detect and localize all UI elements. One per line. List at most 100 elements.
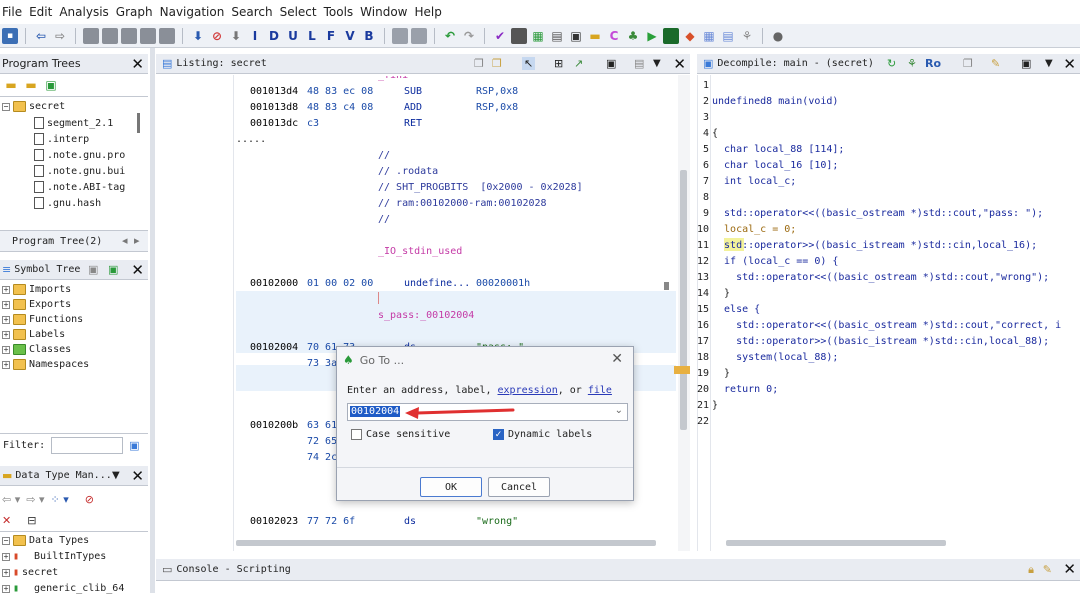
lock-icon[interactable]: 🔒︎ [1028, 563, 1034, 577]
menu-window[interactable]: Window [358, 5, 412, 19]
window-icon[interactable]: ▤ [720, 28, 736, 44]
decompile-line[interactable]: else { [712, 304, 760, 315]
tab-program-tree[interactable]: Program Tree(2) [12, 236, 102, 247]
menu-dropdown-icon[interactable]: ▼ [1045, 58, 1053, 69]
bookmark-icon[interactable]: ▤ [549, 28, 565, 44]
snapshot-icon[interactable]: ▣ [606, 57, 616, 70]
menu-dropdown-icon[interactable]: ▼ [653, 58, 661, 69]
paste-icon[interactable]: ❐ [492, 57, 502, 70]
u-icon[interactable]: U [285, 28, 301, 44]
decompile-line[interactable]: undefined8 main(void) [712, 96, 838, 107]
calculator-icon[interactable] [511, 27, 527, 44]
menu-tools[interactable]: Tools [322, 5, 359, 19]
redo-icon[interactable]: ↷ [461, 28, 477, 44]
memory-map-icon[interactable]: ▦ [530, 28, 546, 44]
listing-operand[interactable]: 00020001h [476, 278, 530, 289]
symbol-item-labels[interactable]: + Labels [2, 329, 65, 340]
delete-icon[interactable]: ✕ [2, 514, 11, 527]
hex-icon[interactable]: ▤ [634, 57, 644, 70]
patch-icon[interactable]: ◆ [682, 28, 698, 44]
s-pass-label[interactable]: s_pass:_00102004 [378, 310, 474, 321]
expand-icon[interactable]: + [2, 568, 10, 577]
tree-item[interactable]: .note.gnu.bui [34, 165, 125, 177]
table-icon[interactable]: ▦ [701, 28, 717, 44]
terminal-icon[interactable] [663, 27, 679, 44]
listing-vertical-scrollbar[interactable] [678, 75, 690, 551]
create-tree-icon[interactable]: ▣ [43, 77, 59, 93]
decompile-line[interactable]: { [712, 128, 718, 139]
symbol-item-imports[interactable]: + Imports [2, 284, 71, 295]
listing-address[interactable]: 001013d4 [250, 86, 298, 97]
decompile-line[interactable]: char local_88 [114]; [712, 144, 844, 155]
script-icon[interactable]: ▣ [568, 28, 584, 44]
graph-icon[interactable]: ⚘ [907, 57, 917, 70]
tree-icon[interactable]: ♣ [625, 28, 641, 44]
close-icon[interactable]: ✕ [673, 55, 686, 73]
expand-icon[interactable]: + [2, 360, 10, 369]
copy-icon[interactable]: ❐ [963, 57, 973, 70]
refresh-icon[interactable]: ↻ [887, 57, 896, 70]
disassemble-icon[interactable]: ⬇ [228, 28, 244, 44]
symbol-item-exports[interactable]: + Exports [2, 299, 71, 310]
network-icon[interactable]: ⚘ [739, 28, 755, 44]
folder-icon[interactable]: ▬ [587, 28, 603, 44]
b-icon[interactable]: B [361, 28, 377, 44]
scrollbar-thumb[interactable] [680, 170, 687, 430]
no-entry-icon[interactable]: ⊘ [85, 493, 94, 506]
close-icon[interactable]: ✕ [131, 261, 144, 279]
open-folder-icon[interactable]: ▬ [23, 77, 39, 93]
decompile-line[interactable]: char local_16 [10]; [712, 160, 838, 171]
select-cursor-icon[interactable]: ↖ [522, 57, 536, 70]
scrollbar-thumb[interactable] [726, 540, 946, 546]
check-icon[interactable]: ✔ [492, 28, 508, 44]
expand-icon[interactable]: + [2, 330, 10, 339]
menu-select[interactable]: Select [278, 5, 322, 19]
create-icon[interactable]: ▣ [108, 263, 118, 276]
function-graph-icon[interactable]: C [606, 28, 622, 44]
tree-item[interactable]: segment_2.1 [34, 117, 113, 129]
scrollbar-thumb[interactable] [236, 540, 656, 546]
arrange-icon[interactable]: ⁘ ▾ [51, 493, 69, 506]
listing-operand[interactable]: RSP,0x8 [476, 102, 518, 113]
decompile-line[interactable]: std::operator>>((basic_istream *)std::ci… [712, 336, 1049, 347]
listing-address[interactable]: 001013dc [250, 118, 298, 129]
copy-icon[interactable] [392, 27, 408, 44]
undo-icon[interactable]: ↶ [442, 28, 458, 44]
tree-item[interactable]: .interp [34, 133, 89, 145]
nav-data-icon[interactable] [83, 27, 99, 44]
edit-icon[interactable]: ✎ [991, 57, 1000, 70]
listing-address[interactable]: 001013d8 [250, 102, 298, 113]
collapse-all-icon[interactable]: ⊟ [27, 514, 36, 527]
menu-file[interactable]: File [0, 5, 27, 19]
menu-search[interactable]: Search [229, 5, 277, 19]
copy-icon[interactable]: ❐ [474, 57, 484, 70]
decompile-line[interactable]: local_c = 0; [712, 224, 796, 235]
scroll-right-icon[interactable]: ▸ [134, 234, 140, 247]
decompile-line[interactable]: } [712, 368, 730, 379]
expand-icon[interactable]: + [2, 552, 10, 561]
data-type-item[interactable]: + ▮ generic_clib_64 [2, 583, 124, 594]
menu-graph[interactable]: Graph [114, 5, 158, 19]
forward-icon[interactable]: ⇨ ▾ [26, 493, 44, 506]
ok-button[interactable]: OK [420, 477, 482, 497]
listing-operand[interactable]: RSP,0x8 [476, 86, 518, 97]
i-icon[interactable]: I [247, 28, 263, 44]
decompile-line[interactable]: std::operator<<((basic_ostream *)std::co… [712, 272, 1049, 283]
expand-icon[interactable]: + [2, 584, 10, 593]
nav-undefined-icon[interactable] [140, 27, 156, 44]
decompile-line[interactable]: } [712, 288, 730, 299]
data-types-root[interactable]: − Data Types [2, 535, 89, 546]
nav-label-icon[interactable] [159, 27, 175, 44]
close-icon[interactable]: ✕ [131, 55, 144, 73]
close-icon[interactable]: ✕ [131, 467, 144, 485]
close-icon[interactable]: ✕ [1063, 55, 1076, 73]
data-type-item[interactable]: + ▮ BuiltInTypes [2, 551, 106, 562]
decompile-horizontal-scrollbar[interactable] [712, 540, 1072, 548]
expand-icon[interactable]: + [2, 285, 10, 294]
snapshot-icon[interactable]: ▣ [1021, 57, 1031, 70]
menu-analysis[interactable]: Analysis [57, 5, 113, 19]
decompile-line[interactable]: std::operator<<((basic_ostream *)std::co… [712, 208, 1043, 219]
symbol-item-namespaces[interactable]: + Namespaces [2, 359, 89, 370]
case-sensitive-checkbox[interactable] [351, 429, 362, 440]
nav-instruction-icon[interactable] [102, 27, 118, 44]
